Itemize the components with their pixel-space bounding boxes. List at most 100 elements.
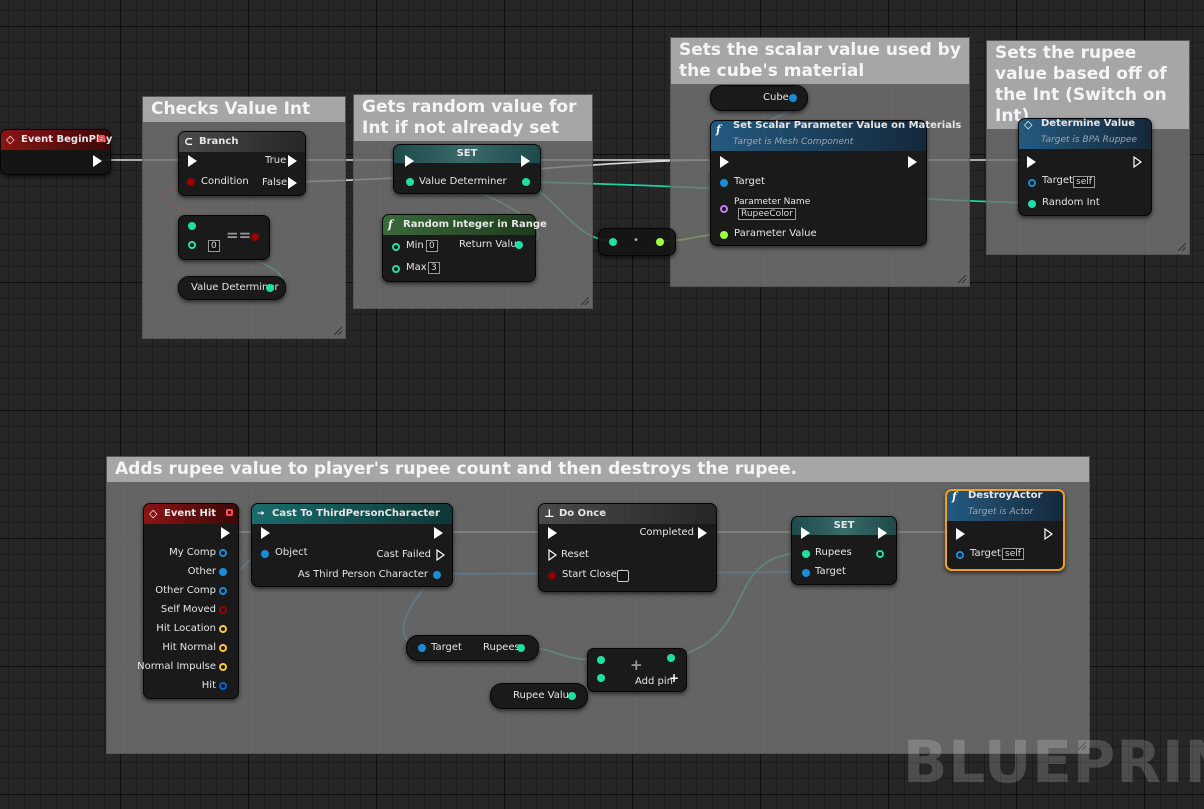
- exec-in-pin[interactable]: [548, 527, 557, 539]
- param-value-label: Parameter Value: [734, 228, 817, 239]
- start-closed-pin[interactable]: [548, 572, 556, 580]
- resize-grip[interactable]: [581, 297, 589, 305]
- equals-a-pin[interactable]: [188, 222, 196, 230]
- delegate-pin-icon[interactable]: [226, 509, 233, 516]
- exec-in-pin[interactable]: [720, 156, 729, 168]
- exec-in-pin[interactable]: [1027, 156, 1036, 168]
- exec-in-pin[interactable]: [261, 527, 270, 539]
- target-pin[interactable]: [720, 179, 728, 187]
- target-input[interactable]: self: [1073, 176, 1095, 188]
- set-rupees-node[interactable]: SET Rupees Target: [791, 516, 897, 585]
- equals-b-pin[interactable]: [188, 241, 196, 249]
- min-input[interactable]: 0: [426, 240, 438, 252]
- my-comp-pin[interactable]: [219, 549, 227, 557]
- exec-out-pin[interactable]: [221, 527, 230, 539]
- normal-impulse-pin[interactable]: [219, 663, 227, 671]
- cast-failed-exec-icon[interactable]: [436, 549, 445, 561]
- target-input[interactable]: self: [1002, 548, 1024, 560]
- start-closed-label: Start Closed: [562, 569, 624, 580]
- cast-node[interactable]: ↠ Cast To ThirdPersonCharacter Object Ca…: [251, 503, 453, 587]
- resize-grip[interactable]: [958, 275, 966, 283]
- resize-grip[interactable]: [334, 327, 342, 335]
- param-name-pin[interactable]: [720, 205, 728, 213]
- destroy-actor-node[interactable]: f DestroyActor Target is Actor Target se…: [945, 489, 1065, 571]
- true-exec-pin[interactable]: [288, 155, 297, 167]
- equals-b-input[interactable]: 0: [208, 240, 220, 252]
- target-pin[interactable]: [956, 551, 964, 559]
- exec-out-hollow-icon[interactable]: [1044, 528, 1053, 540]
- object-pin[interactable]: [261, 550, 269, 558]
- exec-in-pin[interactable]: [801, 527, 810, 539]
- min-pin[interactable]: [392, 243, 400, 251]
- branch-node[interactable]: ⊂ Branch True Condition False: [178, 131, 306, 196]
- hit-normal-pin[interactable]: [219, 644, 227, 652]
- getter-out-pin[interactable]: [266, 284, 274, 292]
- condition-label: Condition: [201, 176, 249, 187]
- add-pin-label[interactable]: Add pin: [635, 676, 673, 688]
- reroute-node[interactable]: •: [598, 228, 676, 256]
- start-closed-checkbox[interactable]: [617, 570, 629, 582]
- target-pin[interactable]: [418, 644, 426, 652]
- condition-pin[interactable]: [187, 178, 195, 186]
- other-pin[interactable]: [219, 568, 227, 576]
- reset-exec-icon[interactable]: [548, 549, 557, 561]
- exec-out-pin[interactable]: [878, 527, 887, 539]
- exec-out-pin[interactable]: [908, 156, 917, 168]
- rupee-value-getter[interactable]: Rupee Value: [490, 683, 588, 709]
- rupees-out-pin[interactable]: [517, 644, 525, 652]
- equals-node[interactable]: 0 ==: [178, 215, 270, 260]
- self-moved-pin[interactable]: [219, 606, 227, 614]
- add-pin-plus-icon[interactable]: +: [669, 671, 679, 685]
- reroute-in-pin[interactable]: [609, 238, 617, 246]
- param-value-pin[interactable]: [720, 231, 728, 239]
- get-rupees-node[interactable]: Target Rupees: [406, 635, 539, 661]
- value-determiner-getter[interactable]: Value Determiner: [178, 276, 286, 300]
- as-character-pin[interactable]: [433, 571, 441, 579]
- cube-out-pin[interactable]: [789, 94, 797, 102]
- target-pin[interactable]: [1028, 179, 1036, 187]
- node-title: Set Scalar Parameter Value on Materials: [733, 120, 962, 131]
- value-out-pin[interactable]: [522, 178, 530, 186]
- event-beginplay-node[interactable]: ◇ Event BeginPlay: [0, 129, 112, 175]
- add-node[interactable]: + Add pin +: [587, 648, 687, 692]
- determine-value-node[interactable]: ◇ Determine Value Target is BPA Ruppee T…: [1018, 118, 1152, 216]
- exec-in-pin[interactable]: [956, 528, 965, 540]
- do-once-node[interactable]: ⊥ Do Once Completed Reset Start Closed: [538, 503, 717, 592]
- reroute-dot: •: [633, 235, 639, 246]
- rupees-in-pin[interactable]: [802, 550, 810, 558]
- exec-out-hollow-icon[interactable]: [1133, 156, 1142, 168]
- add-out-pin[interactable]: [667, 654, 675, 662]
- target-pin[interactable]: [802, 569, 810, 577]
- exec-in-pin[interactable]: [405, 155, 414, 167]
- hit-location-pin[interactable]: [219, 625, 227, 633]
- hit-pin[interactable]: [219, 682, 227, 690]
- other-comp-pin[interactable]: [219, 587, 227, 595]
- rupee-value-out-pin[interactable]: [568, 692, 576, 700]
- add-b-pin[interactable]: [597, 674, 605, 682]
- exec-out-pin[interactable]: [93, 155, 102, 167]
- false-exec-pin[interactable]: [288, 177, 297, 189]
- comment-adds-rupee[interactable]: Adds rupee value to player's rupee count…: [106, 456, 1090, 754]
- resize-grip[interactable]: [1178, 243, 1186, 251]
- set-scalar-param-node[interactable]: f Set Scalar Parameter Value on Material…: [710, 120, 961, 246]
- max-pin[interactable]: [392, 265, 400, 273]
- random-int-pin[interactable]: [1028, 200, 1036, 208]
- cast-arrow-icon: ↠: [257, 509, 265, 519]
- completed-exec-pin[interactable]: [698, 527, 707, 539]
- max-input[interactable]: 3: [428, 262, 440, 274]
- exec-out-pin[interactable]: [521, 155, 530, 167]
- rupees-out-pin[interactable]: [876, 550, 884, 558]
- random-integer-node[interactable]: f Random Integer in Range Min 0 Return V…: [382, 214, 547, 282]
- reroute-out-pin[interactable]: [656, 238, 664, 246]
- exec-out-pin[interactable]: [434, 527, 443, 539]
- exec-in-pin[interactable]: [188, 155, 197, 167]
- cube-getter[interactable]: Cube: [710, 85, 808, 111]
- equals-result-pin[interactable]: [251, 233, 259, 241]
- param-name-input[interactable]: RupeeColor: [738, 208, 796, 220]
- delegate-pin-icon[interactable]: [98, 135, 105, 142]
- value-in-pin[interactable]: [406, 178, 414, 186]
- return-pin[interactable]: [515, 241, 523, 249]
- set-value-determiner-node[interactable]: SET Value Determiner: [393, 144, 541, 194]
- add-a-pin[interactable]: [597, 656, 605, 664]
- event-hit-node[interactable]: ◇ Event Hit My Comp Other Other Comp Sel…: [137, 503, 239, 699]
